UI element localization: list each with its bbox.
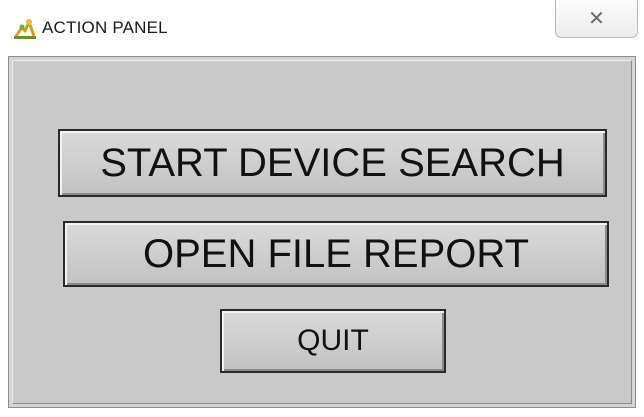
button-panel: START DEVICE SEARCH OPEN FILE REPORT QUI… [12,60,632,404]
title-bar[interactable]: ACTION PANEL ✕ [0,0,644,56]
action-panel-window: ACTION PANEL ✕ START DEVICE SEARCH OPEN … [0,0,644,417]
close-icon: ✕ [588,7,605,30]
app-icon [12,16,38,42]
window-title: ACTION PANEL [42,18,168,37]
open-file-report-button[interactable]: OPEN FILE REPORT [63,221,609,287]
quit-button[interactable]: QUIT [220,309,446,373]
panel-frame: START DEVICE SEARCH OPEN FILE REPORT QUI… [8,56,636,408]
start-device-search-button[interactable]: START DEVICE SEARCH [58,129,607,197]
close-button[interactable]: ✕ [555,0,638,38]
